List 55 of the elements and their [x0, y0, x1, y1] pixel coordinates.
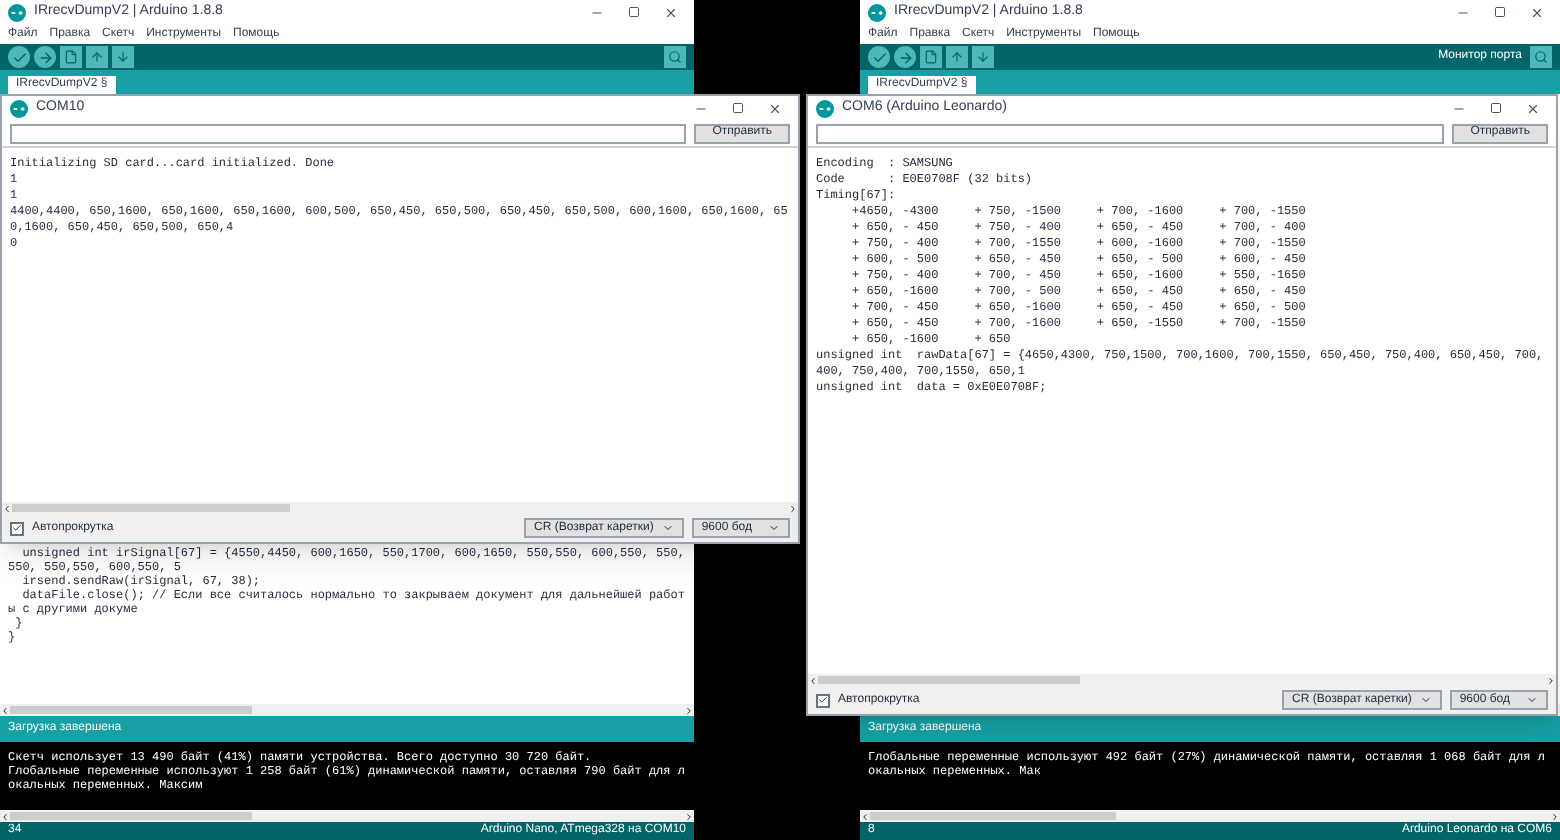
- file-icon: [924, 50, 938, 64]
- arrow-right-icon: [37, 49, 53, 65]
- arrow-down-icon: [116, 50, 130, 64]
- verify-button[interactable]: [868, 46, 890, 68]
- caret-icon: [768, 522, 780, 534]
- scroll-right-icon[interactable]: [1550, 811, 1560, 821]
- caret-icon: [1419, 694, 1432, 706]
- arrow-right-icon: [897, 49, 913, 65]
- verify-button[interactable]: [8, 46, 30, 68]
- horizontal-scrollbar[interactable]: [860, 810, 1560, 822]
- open-button[interactable]: [946, 46, 968, 68]
- search-icon: [1534, 50, 1548, 64]
- arrow-down-icon: [976, 50, 990, 64]
- close-icon[interactable]: [1526, 101, 1540, 115]
- caret-icon: [661, 522, 674, 534]
- send-input-field[interactable]: [816, 123, 1445, 143]
- new-button[interactable]: [60, 46, 82, 68]
- scroll-left-icon[interactable]: [0, 811, 10, 821]
- maximize-icon[interactable]: [732, 102, 744, 114]
- maximize-icon[interactable]: [1494, 6, 1506, 18]
- horizontal-scrollbar[interactable]: [0, 810, 694, 822]
- close-icon[interactable]: [664, 5, 678, 19]
- scroll-left-icon[interactable]: [808, 675, 818, 685]
- upload-button[interactable]: [894, 46, 916, 68]
- scroll-right-icon[interactable]: [788, 503, 798, 513]
- maximize-icon[interactable]: [1490, 102, 1502, 114]
- scroll-right-icon[interactable]: [1546, 675, 1556, 685]
- new-button[interactable]: [920, 46, 942, 68]
- horizontal-scrollbar[interactable]: [808, 674, 1556, 686]
- scroll-left-icon[interactable]: [860, 811, 870, 821]
- caret-icon: [1526, 694, 1538, 706]
- autoscroll-checkbox[interactable]: [10, 521, 24, 535]
- file-icon: [64, 50, 78, 64]
- scroll-left-icon[interactable]: [2, 503, 12, 513]
- check-icon: [871, 49, 887, 65]
- close-icon[interactable]: [768, 101, 782, 115]
- upload-button[interactable]: [34, 46, 56, 68]
- close-icon[interactable]: [1530, 5, 1544, 19]
- maximize-icon[interactable]: [628, 6, 640, 18]
- autoscroll-checkbox[interactable]: [816, 693, 830, 707]
- open-button[interactable]: [86, 46, 108, 68]
- scroll-right-icon[interactable]: [684, 705, 694, 715]
- serial-monitor-button[interactable]: [664, 46, 686, 68]
- horizontal-scrollbar[interactable]: [2, 502, 798, 514]
- search-icon: [668, 50, 682, 64]
- send-input-field[interactable]: [10, 123, 687, 143]
- save-button[interactable]: [112, 46, 134, 68]
- arrow-up-icon: [90, 50, 104, 64]
- scroll-left-icon[interactable]: [0, 705, 10, 715]
- check-icon: [11, 49, 27, 65]
- save-button[interactable]: [972, 46, 994, 68]
- arrow-up-icon: [950, 50, 964, 64]
- horizontal-scrollbar[interactable]: [0, 704, 694, 716]
- scroll-right-icon[interactable]: [684, 811, 694, 821]
- serial-monitor-button[interactable]: [1530, 46, 1552, 68]
